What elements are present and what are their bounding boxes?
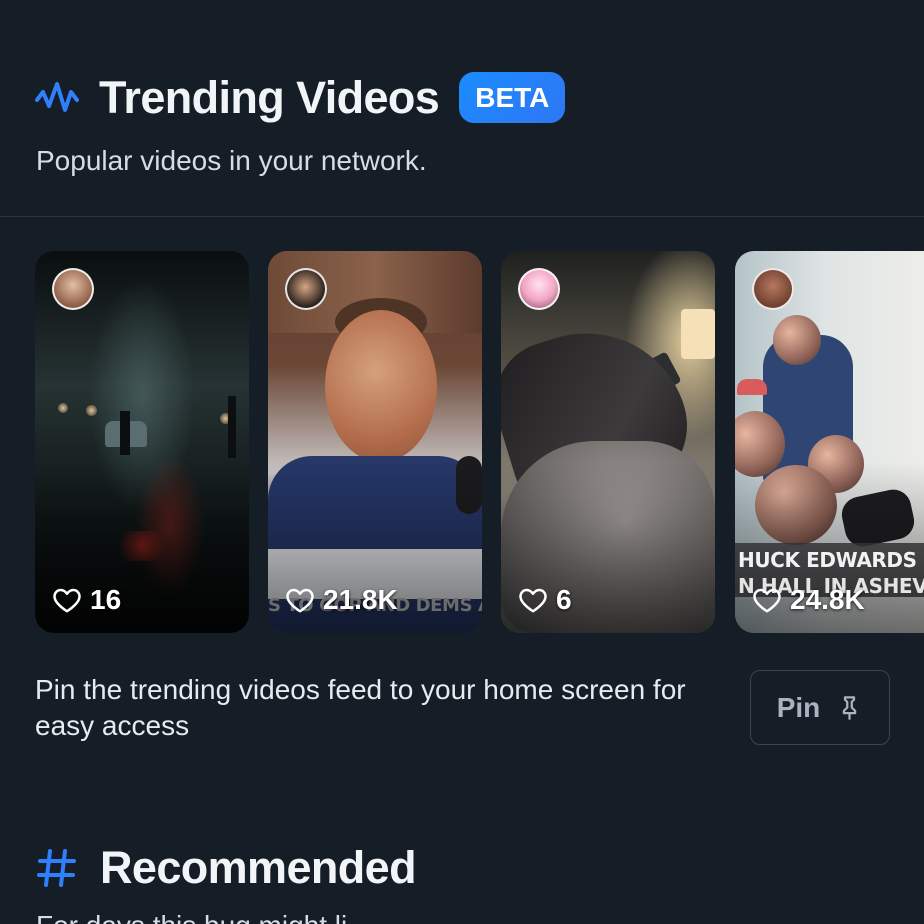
heart-icon [753, 588, 781, 613]
trending-title: Trending Videos [99, 72, 440, 123]
likes-count: 21.8K [323, 584, 398, 615]
likes-count: 24.8K [790, 584, 865, 615]
video-caption: HUCK EDWARDS (I [738, 550, 924, 570]
section-divider [0, 216, 924, 217]
video-likes: 24.8K [752, 585, 865, 615]
pin-button-label: Pin [776, 691, 821, 723]
video-card[interactable]: 16 [35, 251, 249, 633]
recommended-title: Recommended [100, 842, 417, 893]
pin-feed-section: Pin the trending videos feed to your hom… [35, 670, 890, 745]
video-card[interactable]: S TO GOP AND DEMS ARE PI 21.8K [268, 251, 482, 633]
recommended-header: Recommended [36, 842, 417, 893]
hash-icon [37, 848, 76, 887]
trending-page: Trending Videos BETA Popular videos in y… [0, 0, 924, 924]
likes-count: 16 [90, 584, 122, 615]
trending-header: Trending Videos BETA [35, 72, 566, 123]
avatar [52, 268, 94, 310]
heart-icon [286, 588, 314, 613]
avatar [285, 268, 327, 310]
video-card[interactable]: 6 [501, 251, 715, 633]
pulse-icon [35, 81, 79, 112]
video-likes: 21.8K [285, 585, 398, 615]
likes-count: 6 [556, 584, 572, 615]
beta-badge: BETA [459, 72, 566, 123]
recommended-description: For days this bug might li [36, 908, 347, 924]
heart-icon [53, 588, 81, 613]
video-likes: 6 [518, 585, 572, 615]
trending-subtitle: Popular videos in your network. [36, 145, 427, 176]
video-likes: 16 [52, 585, 121, 615]
avatar [518, 268, 560, 310]
pin-feed-text: Pin the trending videos feed to your hom… [35, 674, 686, 741]
video-card[interactable]: HUCK EDWARDS (I N HALL IN ASHEVI 24.8K [735, 251, 924, 633]
trending-video-strip[interactable]: 16 S TO GOP AND DEMS ARE PI 21.8K [35, 251, 924, 633]
heart-icon [519, 588, 547, 613]
avatar [752, 268, 794, 310]
pin-icon [843, 696, 857, 720]
pin-button[interactable]: Pin [750, 670, 890, 745]
